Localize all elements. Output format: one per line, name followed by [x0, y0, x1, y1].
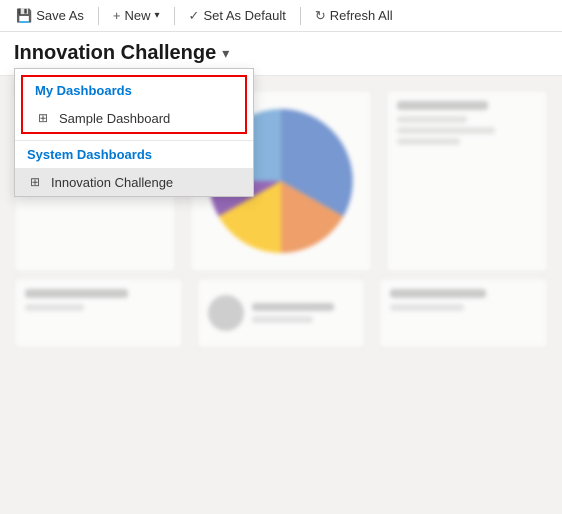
bottom-card-2	[197, 278, 366, 348]
divider-1	[98, 7, 99, 25]
innovation-challenge-label: Innovation Challenge	[51, 175, 173, 190]
save-icon: 💾	[16, 8, 32, 24]
set-as-default-button[interactable]: ✓ Set As Default	[181, 4, 294, 28]
divider-2	[174, 7, 175, 25]
new-button[interactable]: + New ▾	[105, 4, 168, 27]
sample-dashboard-label: Sample Dashboard	[59, 111, 170, 126]
divider-3	[300, 7, 301, 25]
sample-dashboard-item[interactable]: ⊞ Sample Dashboard	[23, 104, 245, 132]
grid-icon: ⊞	[35, 110, 51, 126]
grid-icon-2: ⊞	[27, 174, 43, 190]
page-title: Innovation Challenge	[14, 42, 216, 65]
card-3	[386, 90, 548, 272]
check-icon: ✓	[189, 8, 200, 24]
bottom-row	[0, 278, 562, 362]
title-chevron-icon[interactable]: ▾	[222, 45, 229, 62]
refresh-all-label: Refresh All	[330, 8, 393, 23]
save-as-label: Save As	[36, 8, 84, 23]
my-dashboards-section: My Dashboards ⊞ Sample Dashboard	[21, 75, 247, 134]
new-label: New	[124, 8, 150, 23]
innovation-challenge-item[interactable]: ⊞ Innovation Challenge	[15, 168, 253, 196]
dashboard-dropdown: My Dashboards ⊞ Sample Dashboard System …	[14, 68, 254, 197]
set-as-default-label: Set As Default	[203, 8, 285, 23]
system-dashboards-label[interactable]: System Dashboards	[15, 140, 253, 168]
refresh-icon: ↻	[315, 8, 326, 24]
new-chevron-icon: ▾	[155, 10, 160, 21]
bottom-card-3	[379, 278, 548, 348]
my-dashboards-label[interactable]: My Dashboards	[23, 77, 245, 104]
refresh-all-button[interactable]: ↻ Refresh All	[307, 4, 401, 28]
toolbar: 💾 Save As + New ▾ ✓ Set As Default ↻ Ref…	[0, 0, 562, 32]
bottom-card-1	[14, 278, 183, 348]
new-icon: +	[113, 8, 121, 23]
save-as-button[interactable]: 💾 Save As	[8, 4, 92, 28]
